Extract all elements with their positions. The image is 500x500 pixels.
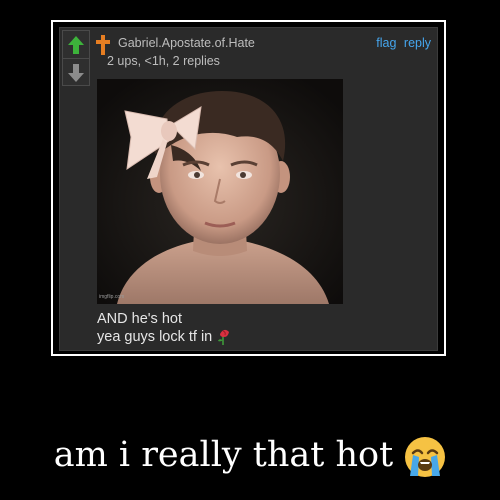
- comment-meta: 2 ups, <1h, 2 replies: [107, 54, 220, 68]
- downvote-button[interactable]: [63, 58, 89, 86]
- comment-line: yea guys lock tf in: [97, 328, 232, 346]
- meme-caption: am i really that hot: [0, 435, 500, 478]
- cross-icon: [96, 35, 110, 55]
- caption-text: am i really that hot: [53, 435, 394, 475]
- meme-frame: Gabriel.Apostate.of.Hate 2 ups, <1h, 2 r…: [51, 20, 446, 356]
- comment-image[interactable]: imgflip.com: [97, 79, 343, 304]
- image-watermark: imgflip.com: [99, 294, 125, 300]
- vote-controls: [62, 30, 90, 86]
- arrow-down-icon: [68, 63, 84, 82]
- upvote-button[interactable]: [63, 31, 89, 58]
- loudly-crying-face-emoji: [405, 436, 446, 477]
- rose-emoji: [218, 330, 230, 346]
- comment-card: Gabriel.Apostate.of.Hate 2 ups, <1h, 2 r…: [59, 27, 438, 351]
- reply-link[interactable]: reply: [404, 36, 431, 50]
- flag-link[interactable]: flag: [376, 36, 396, 50]
- comment-line: AND he's hot: [97, 311, 182, 327]
- comment-username[interactable]: Gabriel.Apostate.of.Hate: [118, 36, 255, 50]
- portrait-photo: [97, 79, 343, 304]
- comment-actions: flag reply: [372, 36, 431, 50]
- comment-body: AND he's hot yea guys lock tf in: [97, 310, 232, 346]
- arrow-up-icon: [68, 35, 84, 54]
